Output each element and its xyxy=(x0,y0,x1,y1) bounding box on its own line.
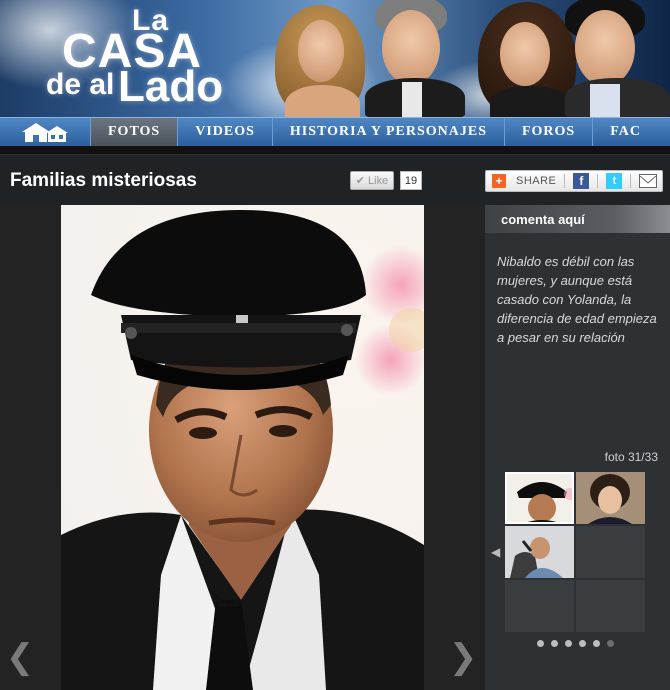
thumbnail-4[interactable] xyxy=(576,526,645,578)
home-icon xyxy=(22,123,68,142)
divider xyxy=(564,174,566,188)
like-button[interactable]: ✔ Like xyxy=(350,171,394,190)
share-button[interactable]: SHARE xyxy=(516,175,556,187)
pager-dot[interactable] xyxy=(579,640,586,647)
thumbnail-3[interactable] xyxy=(505,526,574,578)
pager-dot[interactable] xyxy=(537,640,544,647)
photo-sidebar: comenta aquí Nibaldo es débil con las mu… xyxy=(485,205,670,690)
thumbnail-1[interactable] xyxy=(505,472,574,524)
facebook-icon[interactable]: f xyxy=(573,173,590,189)
mail-icon[interactable] xyxy=(639,174,658,188)
main-photo-image xyxy=(61,205,424,690)
nav-item-foros[interactable]: FOROS xyxy=(503,118,592,146)
nav-item-facebook[interactable]: FAC xyxy=(592,118,658,146)
prev-photo-arrow-icon[interactable]: ❮ xyxy=(0,637,40,677)
pager-dot-active[interactable] xyxy=(607,640,614,647)
photo-caption: Nibaldo es débil con las mujeres, y aunq… xyxy=(497,254,657,345)
thumbnail-5[interactable] xyxy=(505,580,574,632)
divider xyxy=(597,174,599,188)
like-label: Like xyxy=(368,174,389,187)
twitter-icon[interactable]: t xyxy=(606,173,623,189)
nav-item-historia[interactable]: HISTORIA Y PERSONAJES xyxy=(271,118,504,146)
nav-item-videos[interactable]: VIDEOS xyxy=(177,118,272,146)
thumbnail-6[interactable] xyxy=(576,580,645,632)
photo-counter: foto 31/33 xyxy=(604,450,658,464)
nav-divider xyxy=(0,146,670,154)
thumbnail-grid xyxy=(504,472,646,632)
header-banner: La CASA de al Lado xyxy=(0,0,670,117)
share-bar: + SHARE f t xyxy=(485,170,663,192)
thumbnail-pager xyxy=(537,640,614,647)
pager-dot[interactable] xyxy=(551,640,558,647)
nav-home[interactable] xyxy=(0,118,90,146)
nav-item-fotos[interactable]: FOTOS xyxy=(90,118,178,146)
gallery-titlebar: Familias misteriosas ✔ Like 19 + SHARE f… xyxy=(0,154,670,205)
page: La CASA de al Lado FOTOS VIDEOS HISTORIA… xyxy=(0,0,670,690)
show-logo[interactable]: La CASA de al Lado xyxy=(44,4,254,112)
main-photo xyxy=(61,205,424,690)
thumbnail-prev-arrow-icon[interactable]: ◀ xyxy=(491,545,500,559)
photo-stage xyxy=(0,205,485,690)
thumbs-up-icon: ✔ xyxy=(355,175,366,187)
comment-header-button[interactable]: comenta aquí xyxy=(485,205,670,233)
next-photo-arrow-icon[interactable]: ❯ xyxy=(443,637,483,677)
like-count: 19 xyxy=(400,171,422,190)
logo-text-de-al: de al xyxy=(46,68,115,101)
pager-dot[interactable] xyxy=(565,640,572,647)
logo-text-lado: Lado xyxy=(118,62,224,111)
divider xyxy=(630,174,632,188)
main-nav: FOTOS VIDEOS HISTORIA Y PERSONAJES FOROS… xyxy=(0,117,670,146)
pager-dot[interactable] xyxy=(593,640,600,647)
thumbnail-2[interactable] xyxy=(576,472,645,524)
plus-icon[interactable]: + xyxy=(492,174,506,188)
gallery-title: Familias misteriosas xyxy=(10,170,197,191)
